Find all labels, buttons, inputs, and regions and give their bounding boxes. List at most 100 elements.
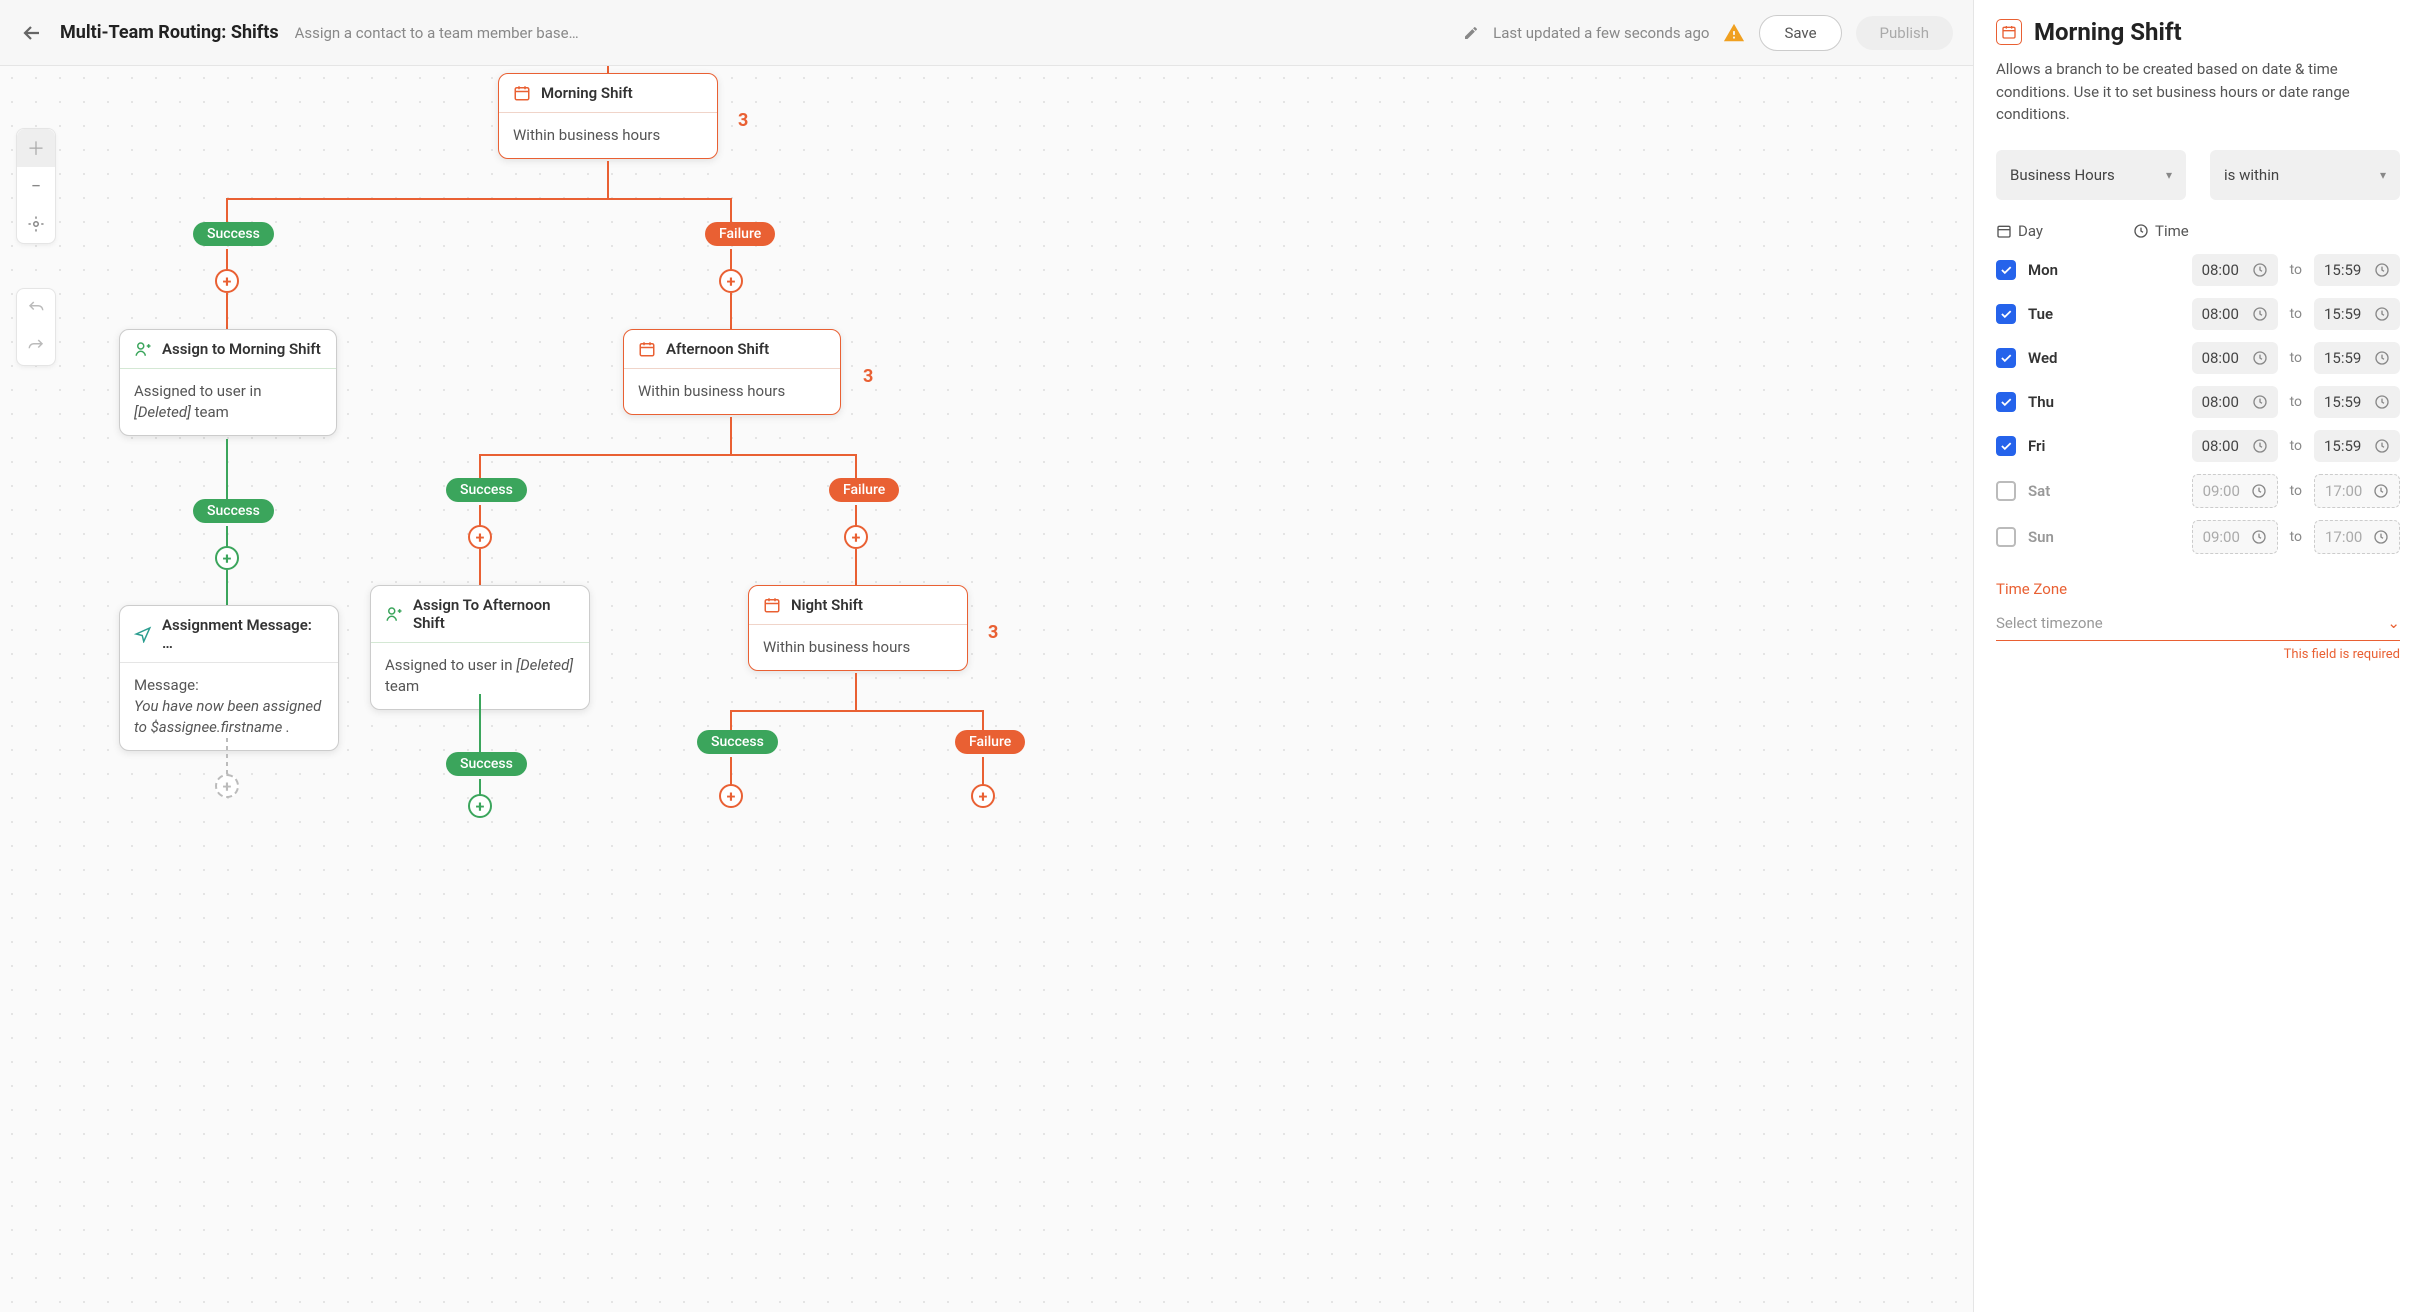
connector-line — [855, 549, 857, 585]
node-morning-shift[interactable]: Morning Shift Within business hours — [498, 73, 718, 159]
node-assign-morning[interactable]: Assign to Morning Shift Assigned to user… — [119, 329, 337, 436]
calendar-icon — [513, 84, 531, 102]
clock-icon — [2251, 483, 2267, 499]
node-assign-afternoon[interactable]: Assign To Afternoon Shift Assigned to us… — [370, 585, 590, 710]
connector-line — [855, 454, 857, 478]
zoom-in-button[interactable]: ＋ — [17, 129, 55, 167]
day-row: Tue08:00to15:59 — [1996, 298, 2400, 330]
day-checkbox[interactable] — [1996, 392, 2016, 412]
time-from-input[interactable]: 08:00 — [2192, 386, 2278, 418]
calendar-icon — [763, 596, 781, 614]
send-icon — [134, 625, 152, 643]
back-arrow-icon[interactable] — [20, 21, 44, 45]
badge-count: 3 — [738, 110, 748, 131]
connector-line — [730, 417, 732, 455]
clock-icon — [2373, 529, 2389, 545]
page-subtitle: Assign a contact to a team member based… — [295, 24, 585, 42]
right-panel: Morning Shift Allows a branch to be crea… — [1973, 0, 2422, 1312]
time-to-input[interactable]: 15:59 — [2314, 254, 2400, 286]
clock-icon — [2374, 350, 2390, 366]
day-name: Sat — [2028, 482, 2070, 500]
badge-count: 3 — [988, 622, 998, 643]
timezone-select[interactable]: Select timezone ⌄ — [1996, 606, 2400, 641]
add-node-button[interactable]: + — [971, 784, 995, 808]
connector-line — [226, 198, 228, 224]
connector-line — [855, 673, 857, 711]
node-title: Afternoon Shift — [666, 340, 769, 358]
publish-button[interactable]: Publish — [1856, 16, 1953, 50]
time-to-input[interactable]: 15:59 — [2314, 430, 2400, 462]
clock-icon — [2252, 438, 2268, 454]
connector-line — [479, 549, 481, 585]
time-from-input[interactable]: 08:00 — [2192, 298, 2278, 330]
node-body: Within business hours — [624, 369, 840, 414]
clock-icon — [2374, 306, 2390, 322]
add-node-button[interactable]: + — [719, 269, 743, 293]
clock-icon — [2252, 262, 2268, 278]
save-button[interactable]: Save — [1759, 15, 1841, 51]
add-node-button[interactable]: + — [468, 525, 492, 549]
add-node-button[interactable]: + — [468, 794, 492, 818]
time-to-input[interactable]: 15:59 — [2314, 342, 2400, 374]
day-name: Thu — [2028, 393, 2070, 411]
node-night-shift[interactable]: Night Shift Within business hours — [748, 585, 968, 671]
add-node-button[interactable]: + — [215, 269, 239, 293]
history-toolbar — [16, 288, 56, 366]
time-to-input[interactable]: 17:00 — [2314, 474, 2400, 508]
clock-icon — [2133, 223, 2149, 239]
user-icon — [385, 605, 403, 623]
to-label: to — [2290, 394, 2302, 410]
warning-icon[interactable] — [1723, 22, 1745, 44]
badge-count: 3 — [863, 366, 873, 387]
recenter-button[interactable] — [17, 205, 55, 243]
zoom-out-button[interactable]: − — [17, 167, 55, 205]
clock-icon — [2374, 262, 2390, 278]
time-from-input[interactable]: 08:00 — [2192, 342, 2278, 374]
pencil-icon[interactable] — [1463, 25, 1479, 41]
connector-line — [982, 710, 984, 730]
to-label: to — [2290, 262, 2302, 278]
connector-line — [730, 710, 984, 712]
day-checkbox[interactable] — [1996, 436, 2016, 456]
to-label: to — [2290, 438, 2302, 454]
to-label: to — [2290, 306, 2302, 322]
panel-title: Morning Shift — [2034, 18, 2182, 46]
pill-failure: Failure — [705, 222, 775, 246]
day-name: Mon — [2028, 261, 2070, 279]
time-to-input[interactable]: 15:59 — [2314, 386, 2400, 418]
undo-button[interactable] — [17, 289, 55, 327]
canvas[interactable]: ＋ − Morning Shift Within busine — [0, 66, 1973, 1312]
add-node-button[interactable]: + — [215, 546, 239, 570]
connector-line — [226, 570, 228, 605]
connector-line — [226, 293, 228, 329]
day-checkbox[interactable] — [1996, 527, 2016, 547]
connector-line — [226, 439, 228, 499]
time-from-input[interactable]: 09:00 — [2192, 474, 2278, 508]
time-from-input[interactable]: 09:00 — [2192, 520, 2278, 554]
add-node-button[interactable]: + — [844, 525, 868, 549]
day-checkbox[interactable] — [1996, 260, 2016, 280]
last-updated-text: Last updated a few seconds ago — [1493, 24, 1709, 42]
connector-line — [226, 249, 228, 271]
to-label: to — [2290, 529, 2302, 545]
time-to-input[interactable]: 17:00 — [2314, 520, 2400, 554]
condition-operator-select[interactable]: is within ▾ — [2210, 150, 2400, 200]
node-body: Within business hours — [749, 625, 967, 670]
node-body: Within business hours — [499, 113, 717, 158]
connector-line — [479, 454, 481, 478]
day-checkbox[interactable] — [1996, 481, 2016, 501]
node-afternoon-shift[interactable]: Afternoon Shift Within business hours — [623, 329, 841, 415]
time-to-input[interactable]: 15:59 — [2314, 298, 2400, 330]
node-assignment-message[interactable]: Assignment Message: … Message: You have … — [119, 605, 339, 751]
chevron-down-icon: ▾ — [2166, 168, 2172, 182]
time-from-input[interactable]: 08:00 — [2192, 430, 2278, 462]
redo-button[interactable] — [17, 327, 55, 365]
connector-line — [226, 198, 732, 200]
condition-type-select[interactable]: Business Hours ▾ — [1996, 150, 2186, 200]
time-from-input[interactable]: 08:00 — [2192, 254, 2278, 286]
add-node-button[interactable]: + — [215, 774, 239, 798]
add-node-button[interactable]: + — [719, 784, 743, 808]
day-checkbox[interactable] — [1996, 304, 2016, 324]
timezone-error: This field is required — [1996, 647, 2400, 662]
day-checkbox[interactable] — [1996, 348, 2016, 368]
